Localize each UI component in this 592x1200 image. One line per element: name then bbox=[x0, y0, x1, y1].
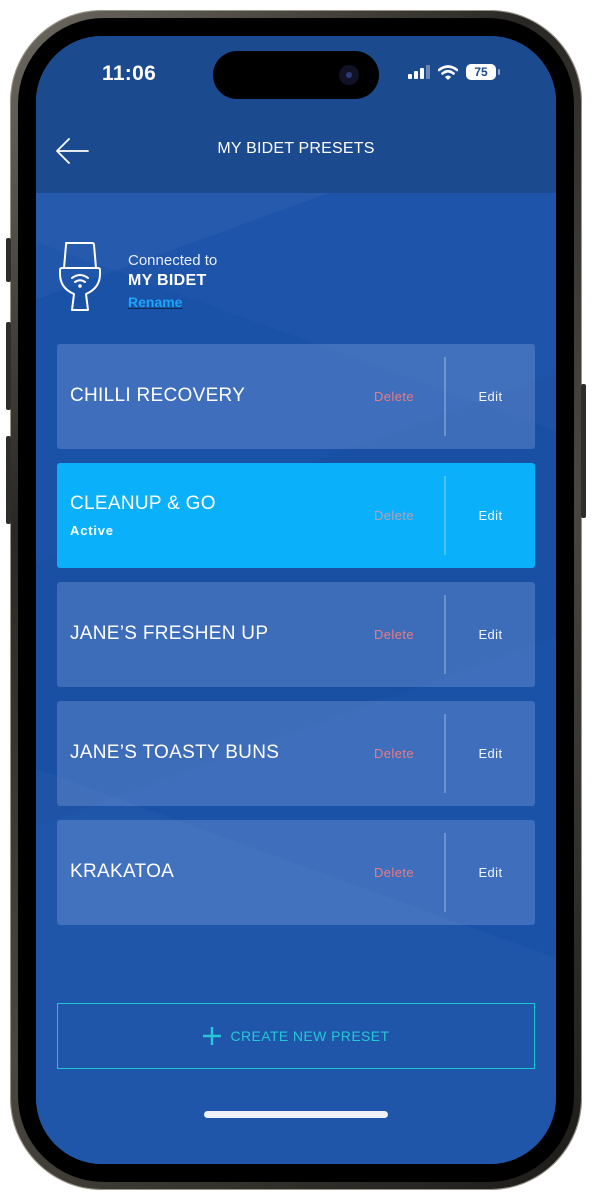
plus-icon bbox=[203, 1027, 222, 1045]
preset-card[interactable]: CHILLI RECOVERY Delete Edit bbox=[57, 344, 535, 449]
edit-button[interactable]: Edit bbox=[446, 746, 535, 761]
preset-name: CLEANUP & GO bbox=[70, 493, 216, 514]
device-name: MY BIDET bbox=[128, 272, 207, 289]
preset-name: JANE’S TOASTY BUNS bbox=[70, 742, 280, 763]
preset-card-active[interactable]: CLEANUP & GO Active Delete Edit bbox=[57, 463, 535, 568]
wifi-icon bbox=[438, 64, 458, 80]
connected-label: Connected to bbox=[128, 252, 218, 269]
preset-card[interactable]: JANE’S FRESHEN UP Delete Edit bbox=[57, 582, 535, 687]
edit-button[interactable]: Edit bbox=[446, 508, 535, 523]
delete-button[interactable]: Delete bbox=[374, 865, 414, 880]
status-time: 11:06 bbox=[102, 62, 157, 85]
active-status-label: Active bbox=[70, 523, 114, 538]
preset-list: CHILLI RECOVERY Delete Edit CLEANUP & GO… bbox=[57, 344, 535, 939]
action-button bbox=[6, 238, 11, 282]
cellular-signal-icon bbox=[408, 65, 430, 79]
delete-button[interactable]: Delete bbox=[374, 627, 414, 642]
power-button bbox=[581, 384, 586, 518]
preset-name: KRAKATOA bbox=[70, 861, 175, 882]
connected-device: Connected to MY BIDET Rename bbox=[56, 240, 536, 320]
delete-button[interactable]: Delete bbox=[374, 746, 414, 761]
smart-toilet-icon bbox=[59, 242, 101, 311]
status-icons: 75 bbox=[408, 64, 500, 80]
front-camera-icon bbox=[339, 65, 359, 85]
delete-button[interactable]: Delete bbox=[374, 508, 414, 523]
create-new-preset-button[interactable]: CREATE NEW PRESET bbox=[57, 1003, 535, 1069]
rename-link[interactable]: Rename bbox=[128, 294, 182, 310]
dynamic-island bbox=[213, 51, 379, 99]
volume-down-button bbox=[6, 436, 11, 524]
create-button-label: CREATE NEW PRESET bbox=[230, 1028, 390, 1044]
preset-name: JANE’S FRESHEN UP bbox=[70, 623, 269, 644]
volume-up-button bbox=[6, 322, 11, 410]
edit-button[interactable]: Edit bbox=[446, 865, 535, 880]
top-header: 11:06 75 MY BIDET PRESETS bbox=[36, 36, 556, 193]
app-screen: 11:06 75 MY BIDET PRESETS Connected to M… bbox=[36, 36, 556, 1164]
preset-card[interactable]: JANE’S TOASTY BUNS Delete Edit bbox=[57, 701, 535, 806]
battery-indicator: 75 bbox=[466, 64, 500, 80]
preset-card[interactable]: KRAKATOA Delete Edit bbox=[57, 820, 535, 925]
delete-button[interactable]: Delete bbox=[374, 389, 414, 404]
preset-name: CHILLI RECOVERY bbox=[70, 385, 246, 406]
home-indicator[interactable] bbox=[204, 1111, 388, 1118]
edit-button[interactable]: Edit bbox=[446, 389, 535, 404]
edit-button[interactable]: Edit bbox=[446, 627, 535, 642]
page-title: MY BIDET PRESETS bbox=[217, 140, 375, 157]
